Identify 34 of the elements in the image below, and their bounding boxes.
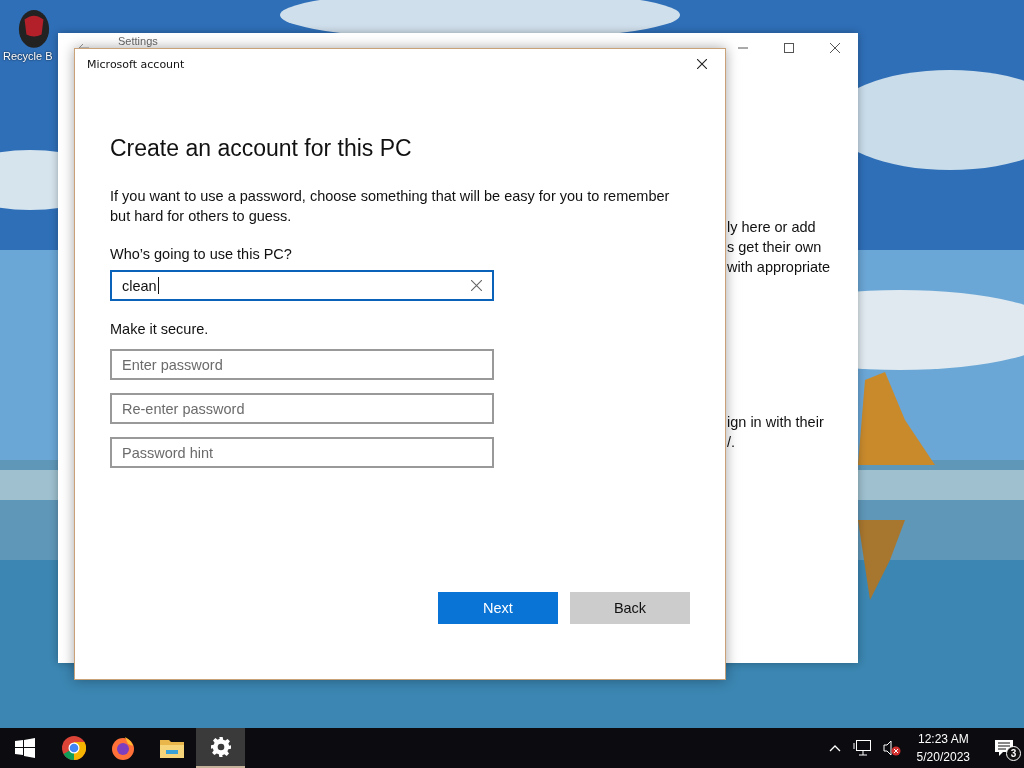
windows-logo-icon (14, 738, 35, 758)
back-button[interactable]: Back (570, 592, 690, 624)
chevron-up-icon[interactable] (828, 744, 841, 752)
text-fragment: ly here or add (727, 219, 816, 235)
folder-icon (159, 738, 184, 758)
maximize-icon[interactable] (784, 43, 794, 53)
close-icon[interactable] (697, 59, 707, 69)
password-field[interactable]: Re-enter password (110, 393, 494, 424)
field-label: Who’s going to use this PC? (110, 246, 292, 262)
text-fragment: s get their own (727, 239, 822, 255)
close-icon[interactable] (830, 43, 840, 53)
field-label: Make it secure. (110, 321, 209, 337)
name-field[interactable]: clean (110, 270, 494, 301)
browser-icon (110, 736, 135, 760)
icon-label[interactable]: Recycle B (3, 50, 53, 62)
browser-icon (61, 736, 86, 760)
window-title: Settings (118, 35, 158, 47)
muted-speaker-icon[interactable] (882, 740, 901, 756)
text-fragment: ign in with their (727, 414, 824, 430)
clock-time[interactable]: 12:23 AM (917, 730, 969, 748)
taskbar-button[interactable] (196, 728, 245, 768)
settings-icon (210, 737, 231, 757)
text-fragment: /. (727, 434, 736, 450)
text-fragment: with appropriate (727, 259, 831, 275)
clock-date[interactable]: 5/20/2023 (916, 748, 970, 766)
notification-badge: 3 (1006, 746, 1021, 761)
dialog-title: Microsoft account (87, 57, 185, 71)
password-field[interactable]: Password hint (110, 437, 494, 468)
password-field[interactable]: Enter password (110, 349, 494, 380)
heading: Create an account for this PC (110, 135, 412, 162)
clear-icon[interactable] (471, 280, 482, 291)
next-button[interactable]: Next (438, 592, 558, 624)
network-icon[interactable] (852, 740, 871, 756)
description: If you want to use a password, choose something that will be easy for you to remember but hard for others to guess. (110, 187, 671, 226)
